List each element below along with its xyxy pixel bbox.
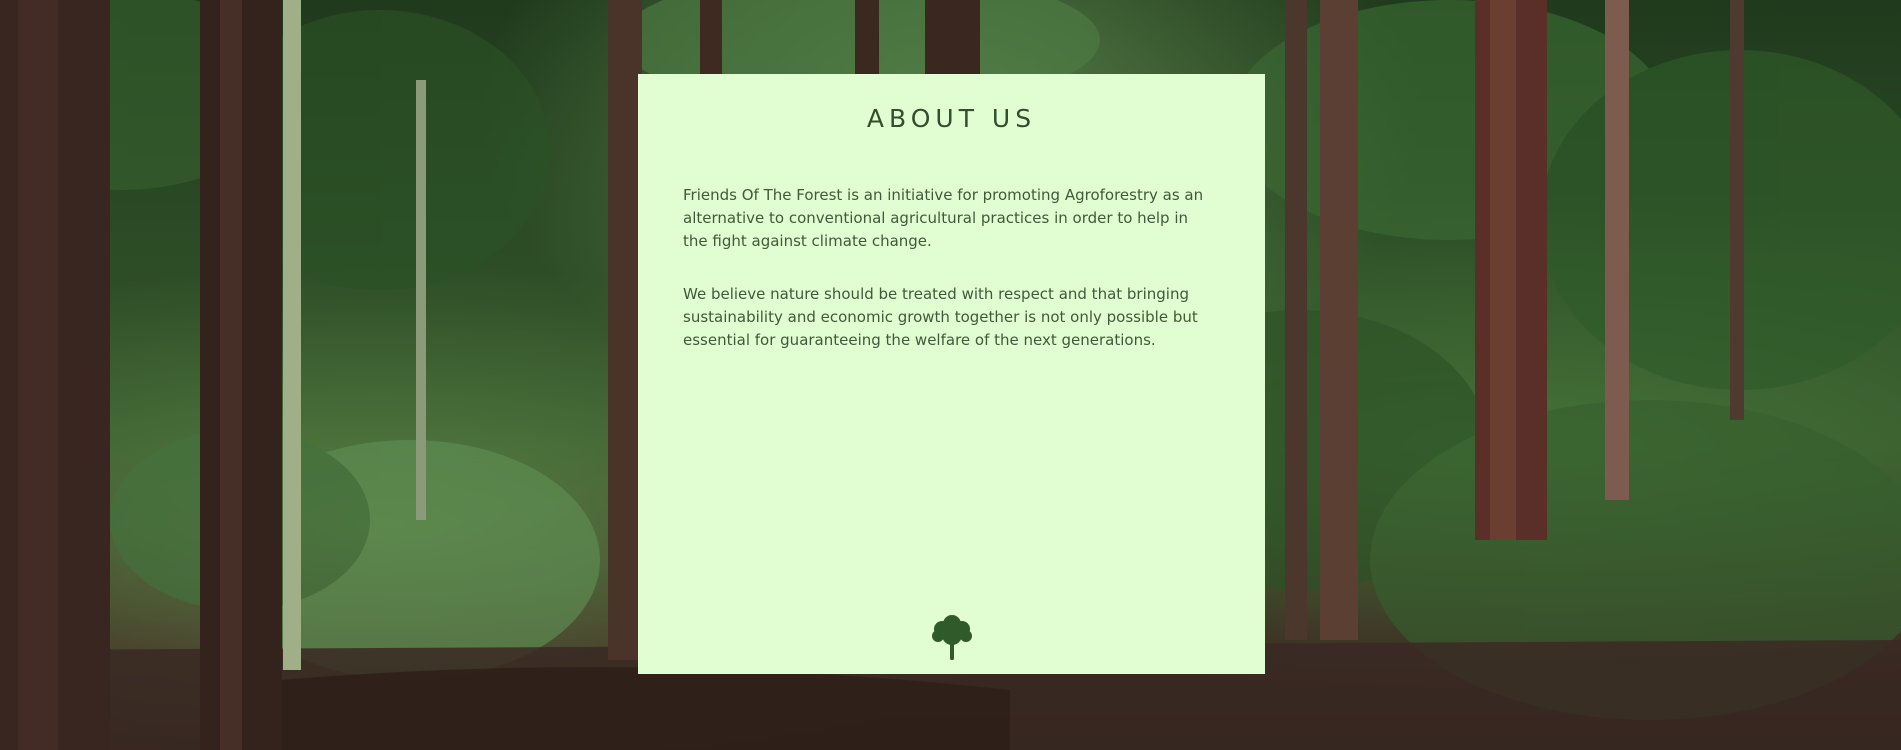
about-us-card: ABOUT US Friends Of The Forest is an ini…: [638, 74, 1265, 674]
about-paragraph-2: We believe nature should be treated with…: [683, 285, 1198, 349]
tree-icon: [932, 615, 972, 660]
about-paragraph-1: Friends Of The Forest is an initiative f…: [683, 186, 1204, 250]
page-title: ABOUT US: [866, 104, 1037, 133]
